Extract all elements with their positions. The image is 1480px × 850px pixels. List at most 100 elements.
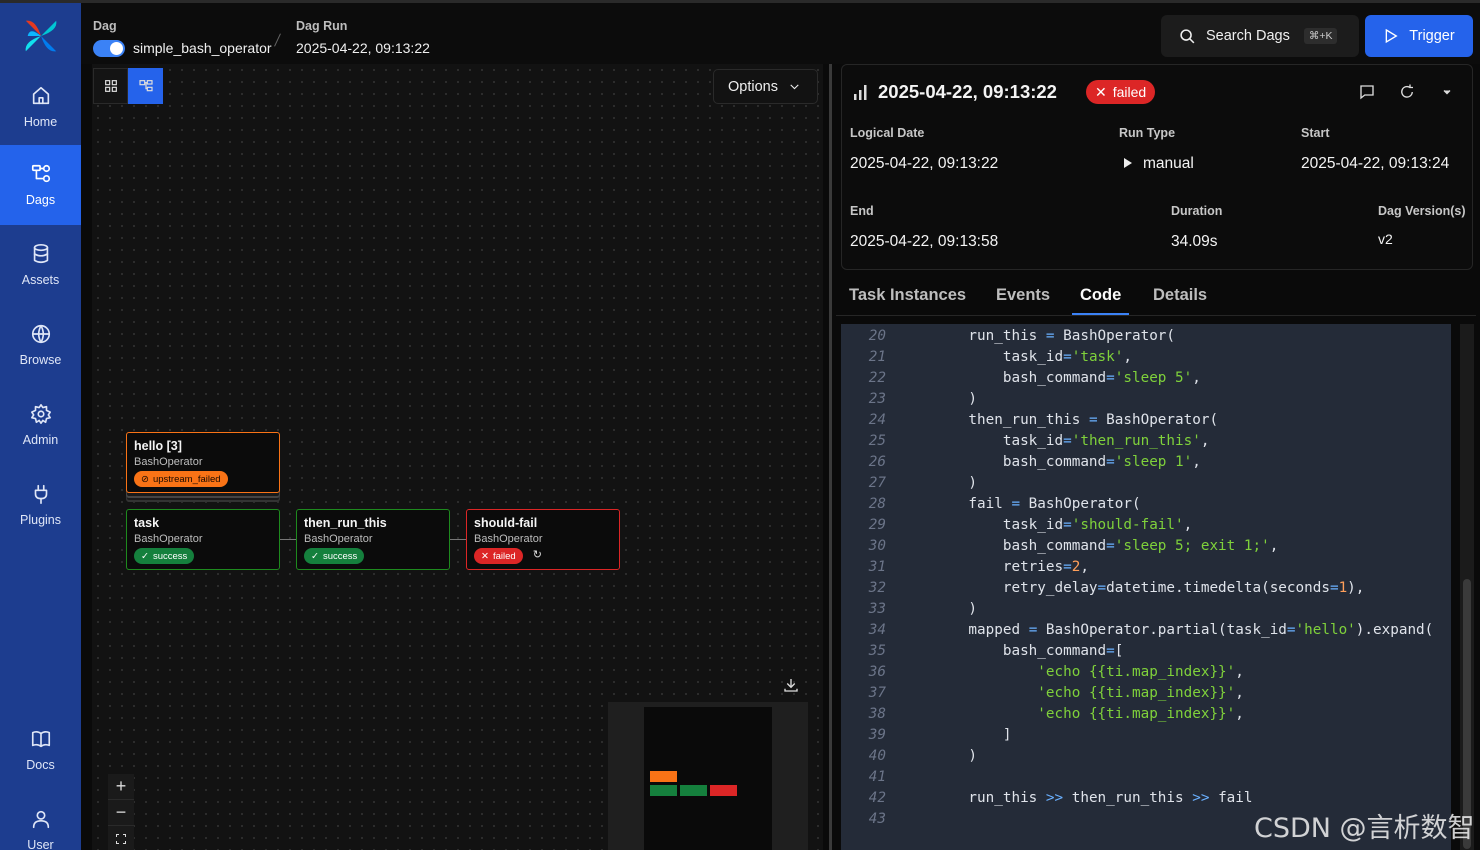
zoom-in-button[interactable]: + xyxy=(108,774,134,800)
dag-label: Dag xyxy=(93,19,117,33)
task-node-then-run-this[interactable]: then_run_this BashOperator ✓ success xyxy=(296,509,450,570)
code-text: 'echo {{ti.map_index}}', xyxy=(1037,706,1244,722)
code-line: 41 xyxy=(841,767,1451,788)
minimap-node xyxy=(710,785,737,796)
status-label: upstream_failed xyxy=(152,473,221,485)
check-icon: ✓ xyxy=(141,550,149,562)
tab-details[interactable]: Details xyxy=(1153,286,1207,313)
fit-view-button[interactable] xyxy=(108,826,134,850)
minimap-viewport xyxy=(644,707,772,850)
grid-view-button[interactable] xyxy=(93,68,128,104)
view-toggle xyxy=(93,68,163,104)
app-root: Home Dags Assets Browse Admin Plugins Do… xyxy=(0,0,1480,850)
status-badge: ✕ failed xyxy=(474,548,523,564)
sidebar-item-home[interactable]: Home xyxy=(0,67,81,147)
zoom-out-button[interactable]: − xyxy=(108,800,134,826)
comment-icon[interactable] xyxy=(1358,83,1376,101)
download-icon[interactable] xyxy=(782,676,800,694)
code-text: 'echo {{ti.map_index}}', xyxy=(1037,664,1244,680)
line-number: 25 xyxy=(868,433,886,449)
sidebar-item-plugins[interactable]: Plugins xyxy=(0,465,81,545)
top-header: Dag simple_bash_operator Dag Run 2025-04… xyxy=(81,0,1480,64)
dag-pause-toggle[interactable] xyxy=(93,40,125,57)
line-number: 36 xyxy=(868,664,886,680)
task-operator: BashOperator xyxy=(304,533,373,545)
code-line: 39 ] xyxy=(841,725,1451,746)
options-button[interactable]: Options xyxy=(713,69,818,104)
details-tabs: Task Instances Events Code Details xyxy=(836,284,1476,316)
sidebar-item-user[interactable]: User xyxy=(0,790,81,850)
graph-view-button[interactable] xyxy=(128,68,163,104)
zoom-controls: + − xyxy=(108,774,134,850)
sidebar-item-browse[interactable]: Browse xyxy=(0,305,81,385)
line-number: 41 xyxy=(868,769,886,785)
status-label: success xyxy=(322,550,358,562)
line-number: 31 xyxy=(868,559,886,575)
play-icon xyxy=(1385,28,1398,44)
refresh-icon[interactable] xyxy=(1398,83,1416,101)
tab-code[interactable]: Code xyxy=(1072,286,1130,315)
run-title: 2025-04-22, 09:13:22 xyxy=(878,81,1057,102)
dag-version-value[interactable]: v2 xyxy=(1378,231,1393,247)
task-name: then_run_this xyxy=(304,516,387,530)
line-number: 37 xyxy=(868,685,886,701)
code-scrollbar[interactable] xyxy=(1460,324,1474,850)
code-text: ) xyxy=(934,601,978,617)
code-line: 22 bash_command='sleep 5', xyxy=(841,368,1451,389)
line-number: 26 xyxy=(868,454,886,470)
sidebar: Home Dags Assets Browse Admin Plugins Do… xyxy=(0,0,81,850)
code-text: ) xyxy=(934,391,978,407)
sidebar-item-admin[interactable]: Admin xyxy=(0,385,81,465)
code-line: 27 ) xyxy=(841,473,1451,494)
home-icon xyxy=(32,86,49,105)
line-number: 40 xyxy=(868,748,886,764)
line-number: 43 xyxy=(868,811,886,827)
tab-task-instances[interactable]: Task Instances xyxy=(849,286,966,313)
code-line: 25 task_id='then_run_this', xyxy=(841,431,1451,452)
code-line: 40 ) xyxy=(841,746,1451,767)
code-line: 29 task_id='should-fail', xyxy=(841,515,1451,536)
sidebar-item-label: Home xyxy=(23,115,58,129)
chevron-down-icon[interactable] xyxy=(1438,83,1456,101)
panel-resize-handle[interactable] xyxy=(829,64,832,850)
logical-date-label: Logical Date xyxy=(850,126,925,140)
check-icon: ✓ xyxy=(311,550,319,562)
code-text: ) xyxy=(934,475,978,491)
watermark: CSDN @言析数智 xyxy=(1254,813,1475,844)
status-badge: ✓ success xyxy=(134,548,195,564)
graph-view[interactable]: Options hello [3] BashOperator ⊘ upstream… xyxy=(92,64,823,850)
tab-events[interactable]: Events xyxy=(996,286,1050,313)
code-text: retries=2, xyxy=(934,559,1089,575)
duration-label: Duration xyxy=(1171,204,1223,218)
code-line: 36 'echo {{ti.map_index}}', xyxy=(841,662,1451,683)
sidebar-item-dags[interactable]: Dags xyxy=(0,145,81,225)
sidebar-item-assets[interactable]: Assets xyxy=(0,225,81,305)
code-text: task_id='should-fail', xyxy=(934,517,1193,533)
run-summary-card: 2025-04-22, 09:13:22 ✕ failed Logical Da… xyxy=(841,64,1473,270)
fit-view-icon xyxy=(116,833,126,844)
search-dags-button[interactable]: Search Dags ⌘+K xyxy=(1161,15,1359,57)
trigger-button[interactable]: Trigger xyxy=(1365,15,1473,57)
airflow-logo[interactable] xyxy=(22,17,60,55)
minimap[interactable] xyxy=(608,702,808,850)
breadcrumb-dag-name[interactable]: simple_bash_operator xyxy=(133,40,272,56)
task-node-should-fail[interactable]: should-fail BashOperator ✕ failed ↻ xyxy=(466,509,620,570)
user-icon xyxy=(32,810,49,829)
code-viewer[interactable]: 20 run_this = BashOperator(21 task_id='t… xyxy=(841,324,1451,850)
status-label: failed xyxy=(492,550,516,562)
upstream-failed-icon: ⊘ xyxy=(141,473,149,485)
line-number: 28 xyxy=(868,496,886,512)
code-text: ) xyxy=(934,748,978,764)
globe-icon xyxy=(31,324,50,344)
line-number: 39 xyxy=(868,727,886,743)
database-icon xyxy=(33,244,48,264)
graph-edge xyxy=(280,539,296,540)
status-badge: ✓ success xyxy=(304,548,365,564)
start-value: 2025-04-22, 09:13:24 xyxy=(1301,155,1450,172)
search-label: Search Dags xyxy=(1206,28,1290,44)
task-node-task[interactable]: task BashOperator ✓ success xyxy=(126,509,280,570)
breadcrumb-dag-run[interactable]: 2025-04-22, 09:13:22 xyxy=(296,40,430,56)
task-node-hello[interactable]: hello [3] BashOperator ⊘ upstream_failed xyxy=(126,432,280,493)
code-text: bash_command='sleep 1', xyxy=(934,454,1201,470)
sidebar-item-docs[interactable]: Docs xyxy=(0,710,81,790)
